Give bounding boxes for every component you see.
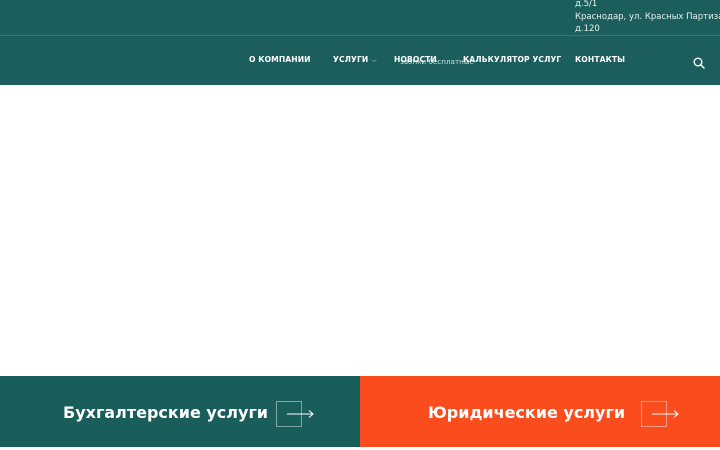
- nav-item-calculator[interactable]: КАЛЬКУЛЯТОР УСЛУГ: [463, 55, 561, 64]
- arrow-right-icon: [287, 410, 314, 418]
- accounting-services-card[interactable]: Бухгалтерские услуги: [0, 376, 360, 447]
- address-line-1: д.5/1: [575, 0, 598, 9]
- top-info-bar: д.5/1 Краснодар, ул. Красных Партизан, д…: [0, 0, 720, 36]
- nav-item-contacts[interactable]: КОНТАКТЫ: [575, 55, 625, 64]
- nav-item-news[interactable]: НОВОСТИ: [394, 55, 437, 64]
- office-address: д.5/1 Краснодар, ул. Красных Партизан, д…: [575, 0, 720, 36]
- nav-item-services[interactable]: УСЛУГИ ⌵: [333, 55, 377, 65]
- address-line-2: Краснодар, ул. Красных Партизан,: [575, 11, 720, 22]
- accounting-services-title: Бухгалтерские услуги: [63, 403, 269, 422]
- nav-item-services-label: УСЛУГИ: [333, 55, 369, 64]
- legal-services-title: Юридические услуги: [428, 403, 626, 422]
- search-icon: [693, 57, 705, 69]
- main-navigation: О КОМПАНИИ УСЛУГИ ⌵ звонки бесплатные НОВ…: [0, 36, 720, 85]
- accounting-services-arrow-button[interactable]: [276, 401, 320, 427]
- address-line-3: д.120: [575, 24, 600, 34]
- legal-services-card[interactable]: Юридические услуги: [360, 376, 720, 447]
- hero-banner-area: [0, 85, 720, 375]
- legal-services-arrow-button[interactable]: [641, 401, 685, 427]
- search-button[interactable]: [693, 54, 707, 69]
- nav-item-about[interactable]: О КОМПАНИИ: [249, 55, 311, 64]
- chevron-down-icon: ⌵: [371, 56, 377, 64]
- arrow-right-icon: [652, 410, 679, 418]
